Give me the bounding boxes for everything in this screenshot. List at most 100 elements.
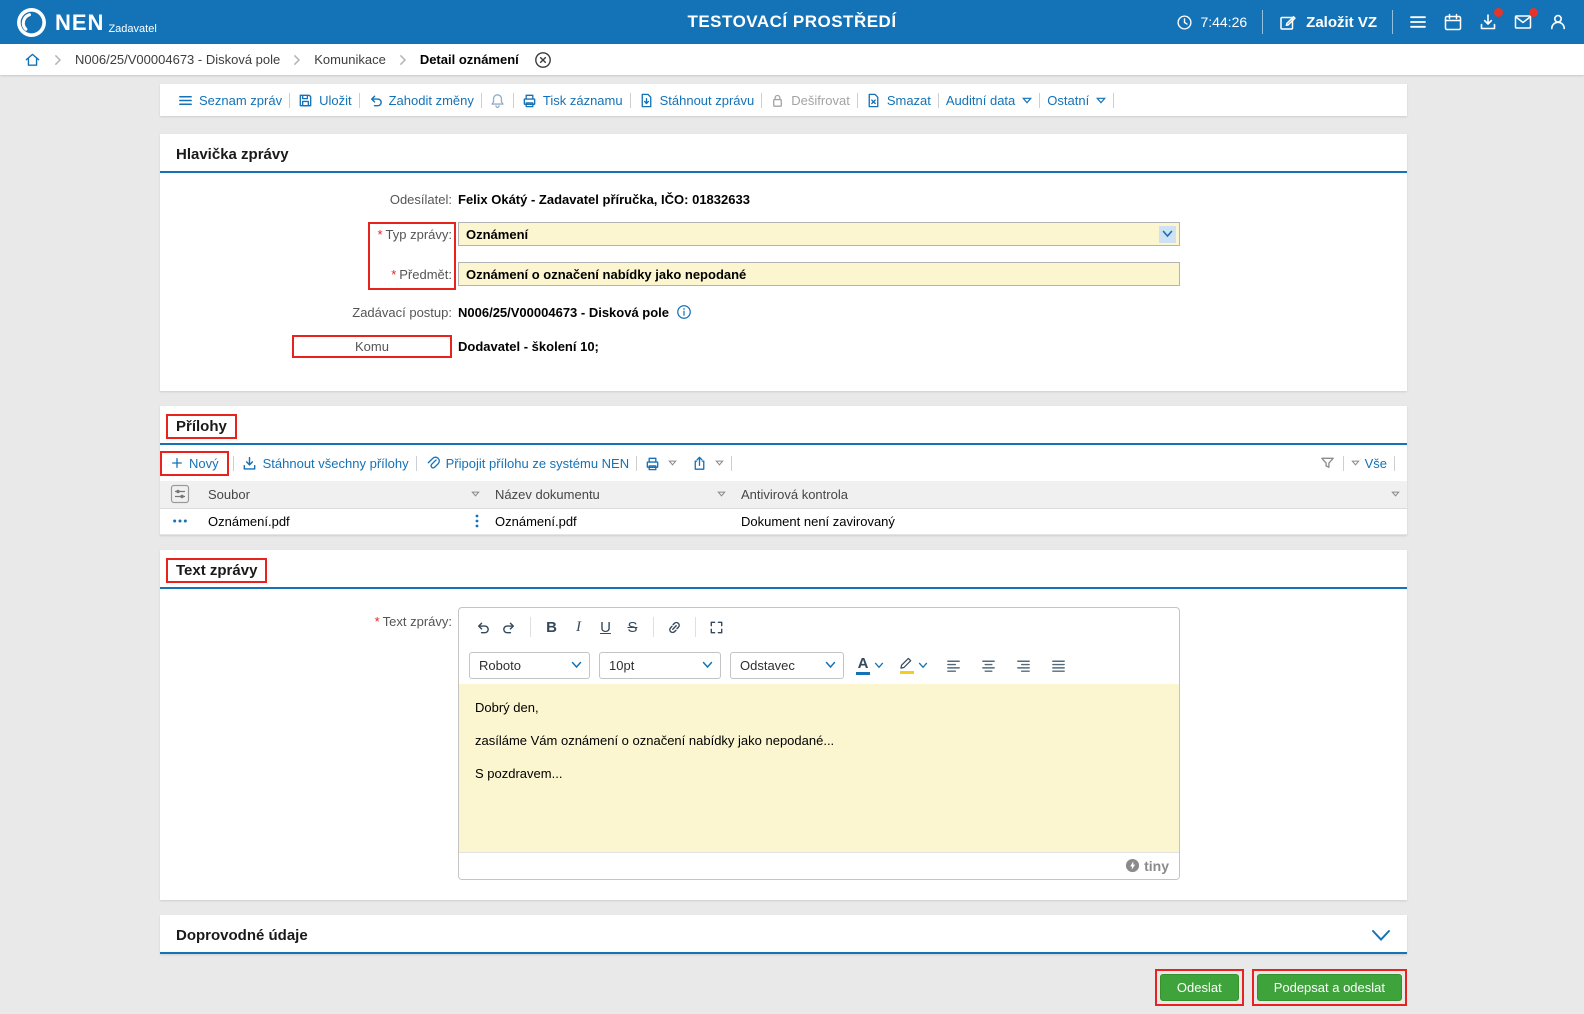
highlight-color-button[interactable] bbox=[896, 657, 931, 674]
typ-zpravy-select[interactable]: Oznámení bbox=[458, 222, 1180, 246]
logo-subtitle: Zadavatel bbox=[108, 23, 156, 35]
row-menu-icon[interactable] bbox=[160, 518, 200, 524]
caret-down-icon bbox=[1096, 97, 1106, 104]
print-attachments-button[interactable] bbox=[644, 455, 677, 472]
required-mark: * bbox=[375, 614, 380, 880]
export-attachments-button[interactable] bbox=[691, 455, 724, 472]
toolbar-auditni-data-button[interactable]: Auditní data bbox=[946, 93, 1032, 108]
chevron-right-icon bbox=[54, 54, 62, 66]
odeslat-button[interactable]: Odeslat bbox=[1160, 974, 1239, 1001]
column-settings-header[interactable] bbox=[160, 481, 200, 508]
cell-nazev-dokumentu: Oznámení.pdf bbox=[495, 514, 577, 529]
toolbar-separator bbox=[636, 456, 637, 471]
typ-zpravy-value: Oznámení bbox=[466, 227, 528, 242]
editor-line: Dobrý den, bbox=[475, 698, 1163, 717]
filter-caret-icon[interactable] bbox=[1391, 491, 1400, 497]
column-header-antivirova-kontrola[interactable]: Antivirová kontrola bbox=[733, 481, 1407, 508]
nen-logo[interactable]: NEN Zadavatel bbox=[16, 7, 157, 38]
text-color-button[interactable]: A bbox=[853, 656, 887, 675]
typ-zpravy-label: Typ zprávy: bbox=[386, 227, 452, 242]
editor-line: S pozdravem... bbox=[475, 764, 1163, 783]
editor-separator bbox=[695, 617, 696, 637]
editor-content-area[interactable]: Dobrý den, zasíláme Vám oznámení o označ… bbox=[459, 684, 1179, 852]
annotation-box-podepsat: Podepsat a odeslat bbox=[1252, 969, 1407, 1006]
vse-filter-button[interactable]: Vše bbox=[1351, 456, 1387, 471]
breadcrumb-item-procedure[interactable]: N006/25/V00004673 - Disková pole bbox=[75, 52, 280, 67]
messages-icon[interactable] bbox=[1513, 12, 1533, 32]
pripojit-prilohu-button[interactable]: Připojit přílohu ze systému NEN bbox=[424, 455, 630, 472]
table-row[interactable]: Oznámení.pdf Oznámení.pdf Dokument není … bbox=[160, 508, 1407, 534]
breadcrumb-item-komunikace[interactable]: Komunikace bbox=[314, 52, 386, 67]
underline-button[interactable]: U bbox=[592, 614, 619, 641]
create-vz-button[interactable]: Založit VZ bbox=[1278, 12, 1377, 32]
bold-button[interactable]: B bbox=[538, 614, 565, 641]
tinymce-brand[interactable]: tiny bbox=[1125, 858, 1169, 874]
undo-icon[interactable] bbox=[469, 614, 496, 641]
section-title-prilohy: Přílohy bbox=[166, 414, 237, 439]
create-vz-label: Založit VZ bbox=[1306, 14, 1377, 31]
font-family-value: Roboto bbox=[479, 658, 521, 673]
filter-caret-icon[interactable] bbox=[471, 491, 480, 497]
toolbar-smazat-button[interactable]: Smazat bbox=[865, 92, 931, 109]
toolbar-seznam-zprav-button[interactable]: Seznam zpráv bbox=[177, 92, 282, 109]
toolbar-separator bbox=[938, 93, 939, 108]
home-icon[interactable] bbox=[24, 51, 41, 68]
toolbar-ostatni-button[interactable]: Ostatní bbox=[1047, 93, 1106, 108]
stahnout-vsechny-prilohy-button[interactable]: Stáhnout všechny přílohy bbox=[241, 455, 409, 472]
environment-title: TESTOVACÍ PROSTŘEDÍ bbox=[687, 12, 896, 32]
attachments-toolbar: Nový Stáhnout všechny přílohy bbox=[160, 445, 1407, 481]
toolbar-tisk-zaznamu-button[interactable]: Tisk záznamu bbox=[521, 92, 623, 109]
align-center-icon[interactable] bbox=[975, 652, 1001, 678]
filter-icon[interactable] bbox=[1319, 455, 1336, 472]
align-justify-icon[interactable] bbox=[1045, 652, 1071, 678]
predmet-input[interactable]: Oznámení o označení nabídky jako nepodan… bbox=[458, 262, 1180, 286]
podepsat-a-odeslat-button[interactable]: Podepsat a odeslat bbox=[1257, 974, 1402, 1001]
toolbar-ostatni-label: Ostatní bbox=[1047, 93, 1089, 108]
close-tab-icon[interactable] bbox=[534, 51, 552, 69]
panel-head[interactable]: Doprovodné údaje bbox=[160, 915, 1407, 954]
user-icon[interactable] bbox=[1548, 12, 1568, 32]
panel-head: Přílohy bbox=[160, 406, 1407, 445]
toolbar-separator bbox=[359, 93, 360, 108]
font-family-select[interactable]: Roboto bbox=[469, 652, 590, 679]
block-format-select[interactable]: Odstavec bbox=[730, 652, 844, 679]
toolbar-stahnout-label: Stáhnout zprávu bbox=[660, 93, 755, 108]
toolbar-separator bbox=[761, 93, 762, 108]
toolbar-zahodit-zmeny-button[interactable]: Zahodit změny bbox=[367, 92, 474, 109]
link-icon[interactable] bbox=[661, 614, 688, 641]
calendar-icon[interactable] bbox=[1443, 12, 1463, 32]
strikethrough-button[interactable]: S bbox=[619, 614, 646, 641]
italic-button[interactable]: I bbox=[565, 614, 592, 641]
column-resize-handle-icon[interactable] bbox=[475, 514, 479, 528]
font-size-select[interactable]: 10pt bbox=[599, 652, 721, 679]
downloads-icon[interactable] bbox=[1478, 12, 1498, 32]
menu-icon[interactable] bbox=[1408, 12, 1428, 32]
toolbar-ulozit-button[interactable]: Uložit bbox=[297, 92, 352, 109]
rich-text-editor: B I U S bbox=[458, 607, 1180, 880]
novy-button[interactable]: Nový bbox=[170, 456, 219, 471]
notification-bell-icon[interactable] bbox=[489, 92, 506, 109]
lock-icon bbox=[769, 92, 786, 109]
redo-icon[interactable] bbox=[496, 614, 523, 641]
align-right-icon[interactable] bbox=[1010, 652, 1036, 678]
toolbar-separator bbox=[513, 93, 514, 108]
novy-label: Nový bbox=[189, 456, 219, 471]
chevron-down-icon[interactable] bbox=[1159, 226, 1176, 243]
form-row-odesilatel: Odesílatel: Felix Okátý - Zadavatel přír… bbox=[160, 189, 1407, 209]
toolbar-desifrovat-button[interactable]: Dešifrovat bbox=[769, 92, 850, 109]
breadcrumb: N006/25/V00004673 - Disková pole Komunik… bbox=[0, 44, 1584, 75]
stahnout-vsechny-label: Stáhnout všechny přílohy bbox=[263, 456, 409, 471]
column-header-soubor[interactable]: Soubor bbox=[200, 481, 487, 508]
panel-text-zpravy: Text zprávy * Text zprávy: bbox=[160, 550, 1407, 900]
vse-label: Vše bbox=[1365, 456, 1387, 471]
expand-chevron-icon[interactable] bbox=[1371, 929, 1391, 942]
toolbar-stahnout-zpravu-button[interactable]: Stáhnout zprávu bbox=[638, 92, 755, 109]
align-left-icon[interactable] bbox=[940, 652, 966, 678]
chevron-down-icon bbox=[825, 661, 836, 669]
fullscreen-icon[interactable] bbox=[703, 614, 730, 641]
info-icon[interactable] bbox=[676, 304, 692, 320]
block-format-value: Odstavec bbox=[740, 658, 795, 673]
column-header-nazev-dokumentu[interactable]: Název dokumentu bbox=[487, 481, 733, 508]
filter-caret-icon[interactable] bbox=[717, 491, 726, 497]
editor-toolbar-row2: Roboto 10pt Odstavec bbox=[459, 647, 1179, 684]
